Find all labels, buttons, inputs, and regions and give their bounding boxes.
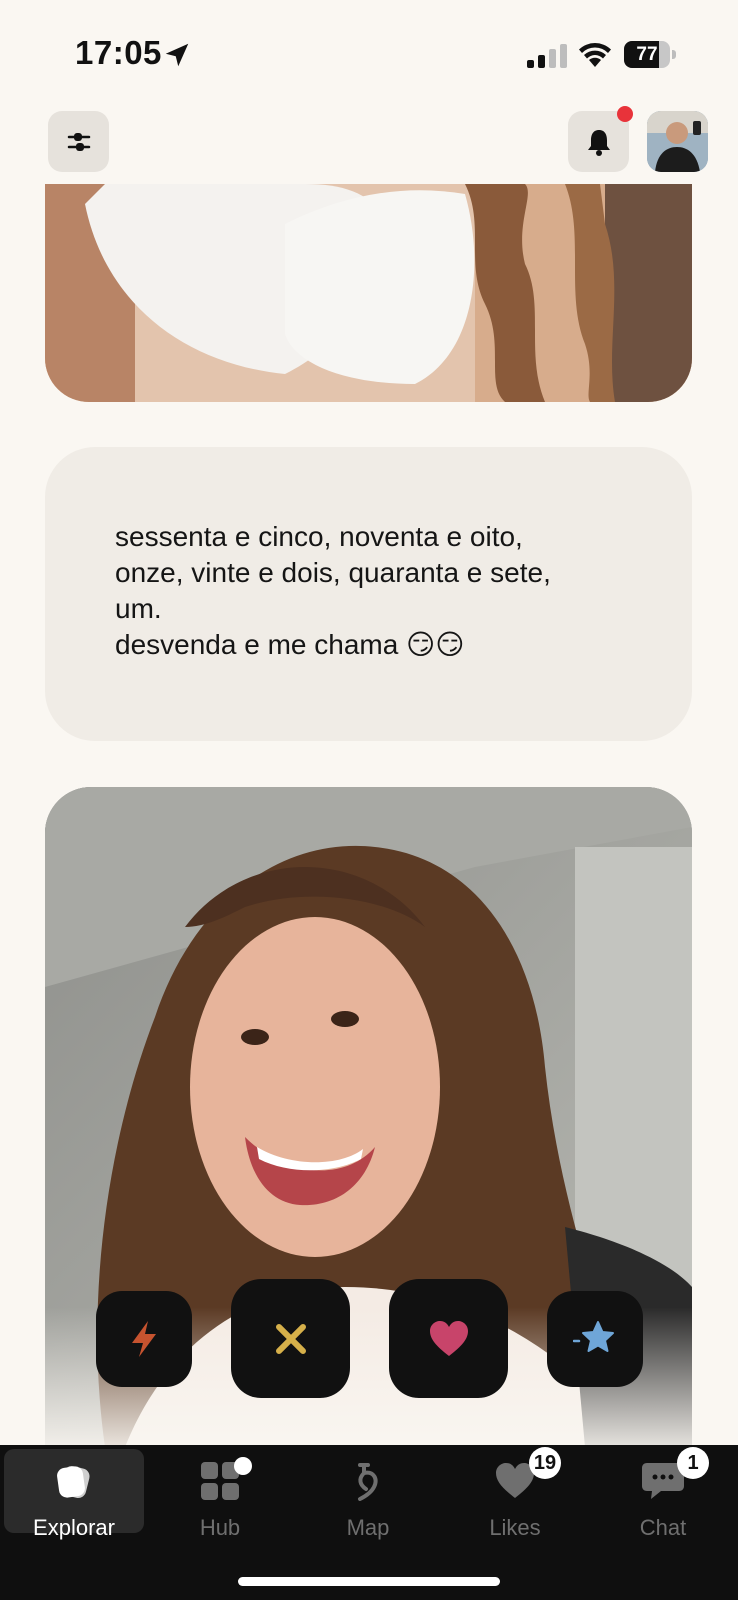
wifi-icon bbox=[579, 43, 611, 67]
location-arrow-icon bbox=[165, 43, 189, 67]
nav-explorar[interactable]: Explorar bbox=[4, 1449, 144, 1540]
pass-button[interactable] bbox=[231, 1279, 350, 1398]
battery-level: 77 bbox=[636, 44, 658, 65]
profile-photo-top bbox=[45, 184, 692, 402]
prompt-card: sessenta e cinco, noventa e oito, onze, … bbox=[45, 447, 692, 741]
like-button[interactable] bbox=[389, 1279, 508, 1398]
cards-icon bbox=[57, 1465, 90, 1499]
nav-label: Chat bbox=[639, 1515, 687, 1540]
prompt-line: sessenta e cinco, noventa e oito, bbox=[115, 521, 523, 552]
super-like-button[interactable] bbox=[547, 1291, 643, 1387]
battery-icon: 77 bbox=[624, 41, 676, 68]
nav-label: Map bbox=[346, 1515, 390, 1540]
map-icon bbox=[358, 1463, 378, 1501]
nav-label: Likes bbox=[489, 1515, 541, 1540]
hub-notification-dot bbox=[234, 1457, 252, 1475]
home-indicator bbox=[238, 1577, 500, 1586]
nav-likes[interactable]: 19 Likes bbox=[445, 1447, 585, 1540]
likes-count-badge: 19 bbox=[529, 1447, 561, 1479]
status-bar: 17:05 77 bbox=[0, 0, 738, 100]
prompt-line: um. bbox=[115, 593, 162, 624]
prompt-line: onze, vinte e dois, quaranta e sete, bbox=[115, 557, 551, 588]
cellular-signal-icon bbox=[527, 44, 567, 68]
star-icon bbox=[573, 1321, 614, 1352]
bottom-nav: Explorar Hub Map 19 Likes 1 Chat bbox=[0, 1445, 738, 1600]
lightning-icon bbox=[132, 1321, 156, 1357]
filter-button[interactable] bbox=[48, 111, 109, 172]
chat-count-badge: 1 bbox=[677, 1447, 709, 1479]
boost-button[interactable] bbox=[96, 1291, 192, 1387]
prompt-answer: sessenta e cinco, noventa e oito, onze, … bbox=[115, 519, 635, 663]
profile-avatar[interactable] bbox=[647, 111, 708, 172]
nav-chat[interactable]: 1 Chat bbox=[593, 1447, 733, 1540]
nav-label: Explorar bbox=[33, 1515, 115, 1540]
bell-icon bbox=[587, 129, 610, 156]
status-time: 17:05 bbox=[75, 34, 162, 71]
prompt-line: desvenda e me chama 😏😏 bbox=[115, 629, 465, 660]
heart-icon bbox=[429, 1320, 468, 1356]
nav-map[interactable]: Map bbox=[298, 1449, 438, 1540]
notification-dot bbox=[617, 106, 633, 122]
sliders-icon bbox=[67, 132, 90, 151]
nav-label: Hub bbox=[199, 1515, 241, 1540]
x-icon bbox=[275, 1323, 306, 1354]
nav-hub[interactable]: Hub bbox=[150, 1449, 290, 1540]
